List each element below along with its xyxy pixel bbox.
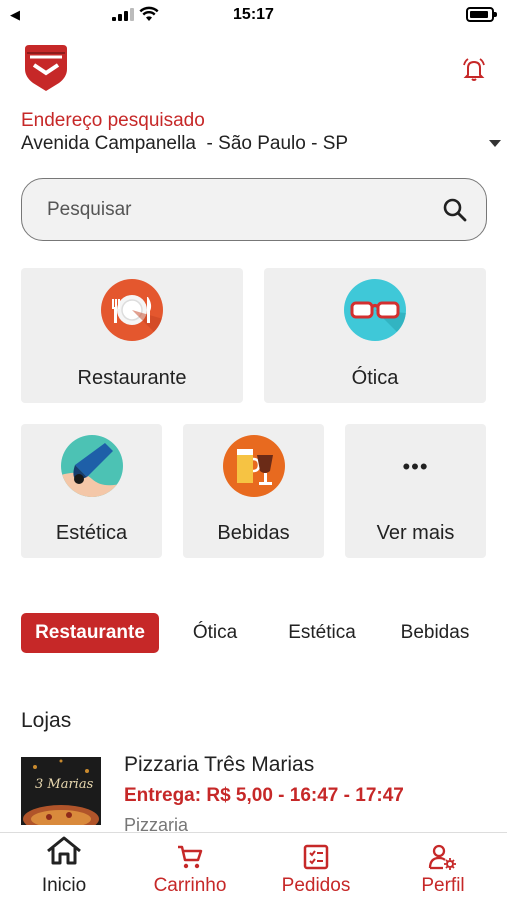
- nav-label: Carrinho: [153, 875, 227, 896]
- category-tile-estetica[interactable]: Estética: [21, 424, 162, 558]
- category-label: Ver mais: [376, 522, 455, 544]
- chip-bebidas[interactable]: Bebidas: [388, 613, 482, 653]
- nav-label: Inicio: [41, 875, 87, 896]
- store-thumbnail-logo-text: 3 Marias: [35, 777, 94, 792]
- search-input[interactable]: [47, 195, 427, 225]
- nav-label: Pedidos: [281, 875, 351, 896]
- nav-label: Perfil: [421, 875, 465, 896]
- notification-bell-icon[interactable]: [461, 57, 487, 83]
- chip-estetica[interactable]: Estética: [272, 613, 372, 653]
- plate-cutlery-icon: [101, 279, 163, 341]
- store-delivery-info: Entrega: R$ 5,00 - 16:47 - 17:47: [124, 785, 404, 806]
- address-dropdown-icon[interactable]: [489, 140, 501, 147]
- chip-restaurante[interactable]: Restaurante: [21, 613, 159, 653]
- category-tile-otica[interactable]: Ótica: [264, 268, 486, 403]
- bottom-navigation: Inicio Carrinho Pedidos Perfil: [0, 832, 507, 900]
- search-bar[interactable]: [21, 178, 487, 241]
- category-tile-restaurante[interactable]: Restaurante: [21, 268, 243, 403]
- chip-otica[interactable]: Ótica: [180, 613, 250, 653]
- status-bar: ◀ 15:17: [0, 0, 507, 32]
- store-name: Pizzaria Três Marias: [124, 753, 315, 776]
- category-tile-bebidas[interactable]: Bebidas: [183, 424, 324, 558]
- category-label: Bebidas: [217, 522, 290, 544]
- battery-icon: [466, 7, 497, 22]
- nav-pedidos[interactable]: Pedidos: [266, 833, 366, 900]
- cart-icon: [178, 845, 203, 869]
- nav-carrinho[interactable]: Carrinho: [140, 833, 240, 900]
- search-icon[interactable]: [442, 197, 468, 223]
- category-label: Estética: [55, 522, 128, 544]
- orders-icon: [303, 844, 329, 870]
- category-label: Restaurante: [77, 367, 187, 389]
- nav-inicio[interactable]: Inicio: [14, 833, 114, 900]
- home-icon: [47, 836, 81, 865]
- beer-icon: [222, 435, 285, 497]
- more-dots-icon: •••: [402, 454, 429, 479]
- address-value[interactable]: Avenida Campanella - São Paulo - SP: [21, 133, 348, 155]
- nav-perfil[interactable]: Perfil: [393, 833, 493, 900]
- stores-section-title: Lojas: [21, 709, 72, 732]
- profile-settings-icon: [428, 844, 456, 870]
- beauty-pen-icon: [60, 435, 123, 497]
- status-time: 15:17: [233, 6, 274, 23]
- category-tile-ver-mais[interactable]: ••• Ver mais: [345, 424, 486, 558]
- address-label: Endereço pesquisado: [21, 110, 205, 131]
- store-thumbnail: 3 Marias: [21, 757, 101, 825]
- glasses-icon: [344, 279, 406, 341]
- category-label: Ótica: [351, 367, 399, 389]
- app-logo: [25, 45, 67, 91]
